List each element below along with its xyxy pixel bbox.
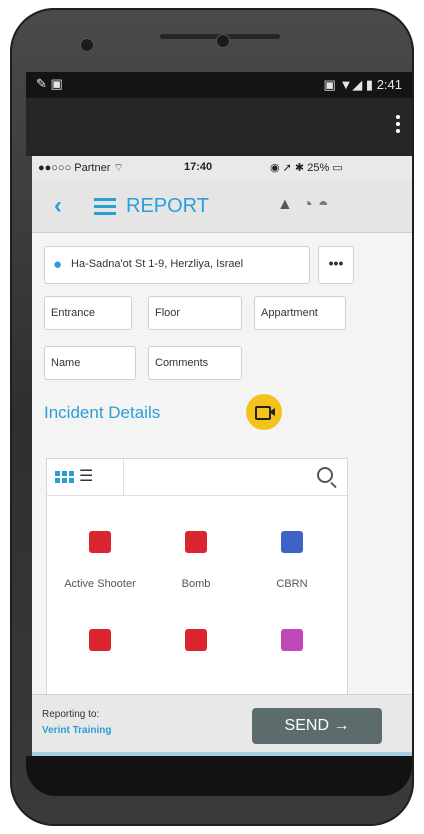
incident-category-item-5[interactable] [151, 629, 241, 656]
phone-bottom-bar [26, 756, 412, 796]
view-toggle[interactable]: ☰ [47, 459, 124, 495]
list-view-icon[interactable]: ☰ [79, 469, 93, 485]
location-pin-icon: ● [53, 256, 63, 273]
status-glyph-icon: ◔ ◓ [302, 194, 329, 214]
android-status-bar: ✎ ▣ ▣ ▼◢ ▮ 2:41 [26, 72, 412, 98]
category-label: CBRN [276, 578, 308, 590]
bomb-icon [185, 531, 207, 553]
cbrn-icon [281, 531, 303, 553]
incident-details-title: Incident Details [44, 403, 161, 422]
bell-icon[interactable]: ▲ [277, 196, 293, 214]
more-options-icon[interactable] [396, 115, 400, 136]
front-camera [80, 38, 94, 52]
category-icon [89, 629, 111, 651]
entrance-field[interactable]: Entrance [44, 296, 132, 330]
floor-field[interactable]: Floor [148, 296, 242, 330]
reporting-to-label: Reporting to: [42, 709, 100, 720]
category-icon [281, 629, 303, 651]
menu-icon[interactable] [94, 198, 116, 219]
incident-category-bomb[interactable]: Bomb [151, 531, 241, 590]
incident-category-item-4[interactable] [55, 629, 145, 656]
send-footer: Reporting to: Verint Training SEND → [32, 694, 412, 756]
reporting-to-value: Verint Training [42, 725, 112, 736]
ios-time: 17:40 [184, 161, 213, 173]
grid-view-icon[interactable] [55, 471, 74, 483]
status-icons-left: ✎ ▣ [36, 76, 63, 91]
search-icon[interactable] [317, 467, 333, 483]
address-input[interactable]: ● Ha-Sadna'ot St 1-9, Herzliya, Israel [44, 246, 310, 284]
back-icon[interactable]: ‹ [54, 192, 62, 220]
incident-category-item-6[interactable] [247, 629, 337, 656]
report-header: ‹ REPORT ▲ ◔ ◓ [32, 180, 412, 233]
category-label: Active Shooter [64, 578, 136, 590]
active-shooter-icon [89, 531, 111, 553]
incident-category-cbrn[interactable]: CBRN [247, 531, 337, 590]
report-screen: ●●○○○ Partner ⌔ 17:40 ◉ ➚ ✱ 25% ▭ ‹ REPO… [32, 156, 412, 756]
appartment-field[interactable]: Appartment [254, 296, 346, 330]
status-time: 2:41 [376, 77, 402, 92]
carrier: ●●○○○ Partner ⌔ [38, 162, 124, 174]
video-camera-button[interactable] [246, 394, 282, 430]
panel-toolbar: ☰ [47, 459, 347, 496]
battery: ◉ ➚ ✱ 25% ▭ [270, 162, 343, 174]
category-icon [185, 629, 207, 651]
send-button[interactable]: SEND → [252, 708, 382, 744]
address-text: Ha-Sadna'ot St 1-9, Herzliya, Israel [71, 258, 244, 270]
status-icons-right: ▣ ▼◢ ▮ 2:41 [324, 77, 402, 93]
ios-status-bar: ●●○○○ Partner ⌔ 17:40 ◉ ➚ ✱ 25% ▭ [32, 156, 412, 180]
incident-category-active-shooter[interactable]: Active Shooter [55, 531, 145, 590]
comments-field[interactable]: Comments [148, 346, 242, 380]
video-camera-lens [269, 408, 275, 416]
front-sensor [216, 34, 230, 48]
name-field[interactable]: Name [44, 346, 136, 380]
status-icons: ▣ ▼◢ ▮ [323, 77, 377, 92]
address-more-button[interactable]: ••• [318, 246, 354, 284]
category-label: Bomb [181, 578, 211, 590]
page-title: REPORT [126, 195, 209, 217]
app-bar [26, 98, 412, 156]
